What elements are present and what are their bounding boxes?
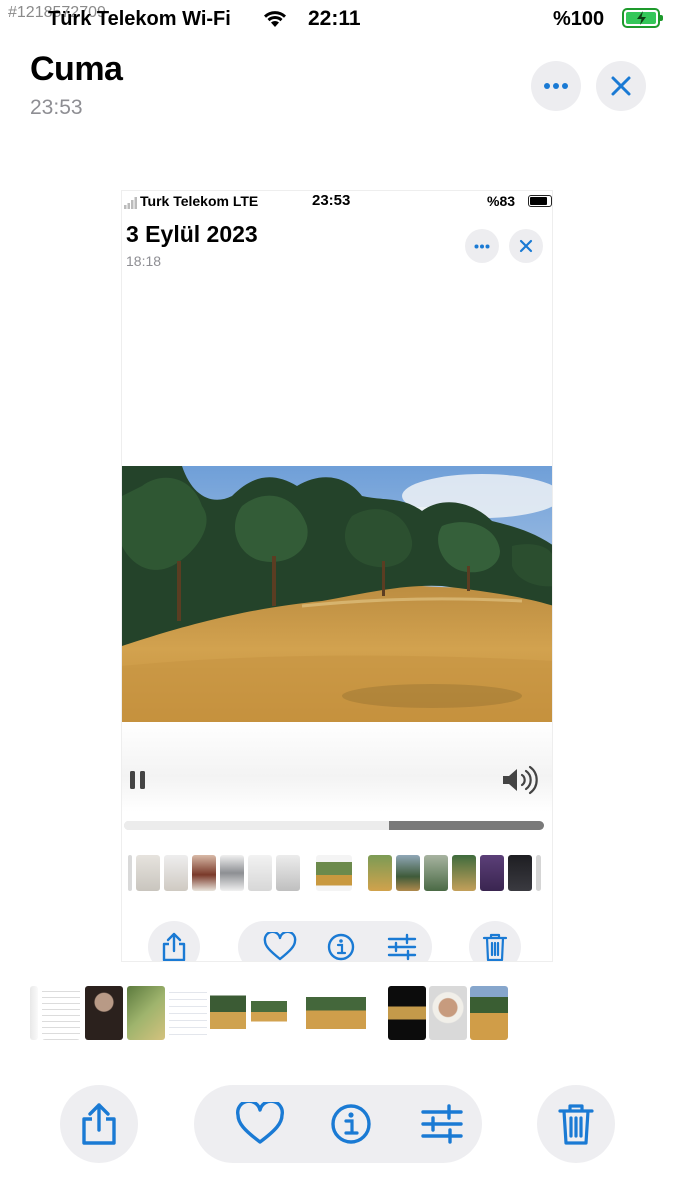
inner-more-button[interactable]	[465, 229, 499, 263]
info-icon[interactable]	[327, 933, 355, 961]
volume-button[interactable]	[500, 765, 540, 800]
inner-thumbnail[interactable]	[220, 855, 244, 891]
heart-icon[interactable]	[236, 1102, 284, 1144]
pause-button[interactable]	[128, 769, 148, 796]
speaker-icon	[503, 765, 538, 795]
inner-thumbnail[interactable]	[396, 855, 420, 891]
inner-thumbnail[interactable]	[276, 855, 300, 891]
inner-signal-icon	[124, 196, 138, 214]
carrier-label: Türk Telekom Wi-Fi	[48, 8, 231, 30]
video-progress-played	[124, 821, 389, 830]
inner-subtitle: 18:18	[126, 253, 162, 269]
heart-icon[interactable]	[263, 932, 297, 961]
video-progress-remaining	[388, 821, 544, 830]
screenshot-preview[interactable]: Turk Telekom LTE 23:53 %83 3 Eylül 2023 …	[121, 190, 553, 962]
info-icon[interactable]	[331, 1104, 371, 1144]
inner-battery-percent: %83	[487, 193, 516, 209]
inner-thumbnail[interactable]	[192, 855, 216, 891]
inner-thumbnail[interactable]	[128, 855, 132, 891]
sliders-icon[interactable]	[421, 1104, 463, 1144]
inner-carrier-label: Turk Telekom LTE	[140, 193, 259, 209]
share-icon	[162, 932, 186, 961]
share-icon	[82, 1103, 116, 1145]
close-icon	[611, 76, 631, 96]
status-clock: 22:11	[308, 7, 361, 30]
thumbnail[interactable]	[251, 986, 287, 1040]
inner-thumbnail[interactable]	[368, 855, 392, 891]
pause-icon	[130, 771, 145, 789]
close-icon	[519, 239, 533, 253]
thumbnail[interactable]	[388, 986, 426, 1040]
thumbnail[interactable]	[429, 986, 467, 1040]
delete-button[interactable]	[537, 1085, 615, 1163]
inner-thumbnail[interactable]	[316, 855, 352, 891]
thumbnail[interactable]	[127, 986, 165, 1040]
more-button[interactable]	[531, 61, 581, 111]
inner-thumbnail[interactable]	[480, 855, 504, 891]
inner-thumbnail[interactable]	[536, 855, 541, 891]
trash-icon	[558, 1104, 594, 1145]
inner-actions-group	[238, 921, 432, 961]
battery-charging-icon	[622, 8, 663, 28]
thumbnail[interactable]	[85, 986, 123, 1040]
wifi-icon	[262, 9, 288, 34]
thumbnail[interactable]	[470, 986, 508, 1040]
battery-percent: %100	[553, 8, 605, 30]
page-title: Cuma	[30, 50, 123, 88]
actions-group	[194, 1085, 482, 1163]
inner-status-clock: 23:53	[312, 192, 351, 209]
thumbnail[interactable]	[30, 986, 38, 1040]
inner-thumbnail[interactable]	[424, 855, 448, 891]
video-scrubber[interactable]	[124, 821, 544, 830]
thumbnail[interactable]	[210, 986, 246, 1040]
page-subtitle: 23:53	[30, 96, 83, 119]
sliders-icon[interactable]	[387, 933, 417, 961]
inner-thumbnail[interactable]	[508, 855, 532, 891]
thumbnail[interactable]	[306, 986, 366, 1040]
ellipsis-icon	[544, 83, 568, 89]
share-button[interactable]	[60, 1085, 138, 1163]
thumbnail[interactable]	[169, 986, 207, 1040]
inner-battery-icon	[528, 195, 552, 207]
video-controls-area	[122, 722, 552, 812]
inner-share-button[interactable]	[148, 921, 200, 961]
trash-icon	[482, 933, 508, 961]
inner-title: 3 Eylül 2023	[126, 221, 258, 247]
close-button[interactable]	[596, 61, 646, 111]
thumbnail[interactable]	[42, 986, 80, 1040]
inner-thumbnail[interactable]	[248, 855, 272, 891]
inner-thumbnail[interactable]	[164, 855, 188, 891]
inner-thumbnail[interactable]	[452, 855, 476, 891]
inner-close-button[interactable]	[509, 229, 543, 263]
inner-thumbnail[interactable]	[136, 855, 160, 891]
inner-delete-button[interactable]	[469, 921, 521, 961]
landscape-video-frame[interactable]	[122, 466, 552, 722]
ellipsis-icon	[474, 244, 490, 248]
